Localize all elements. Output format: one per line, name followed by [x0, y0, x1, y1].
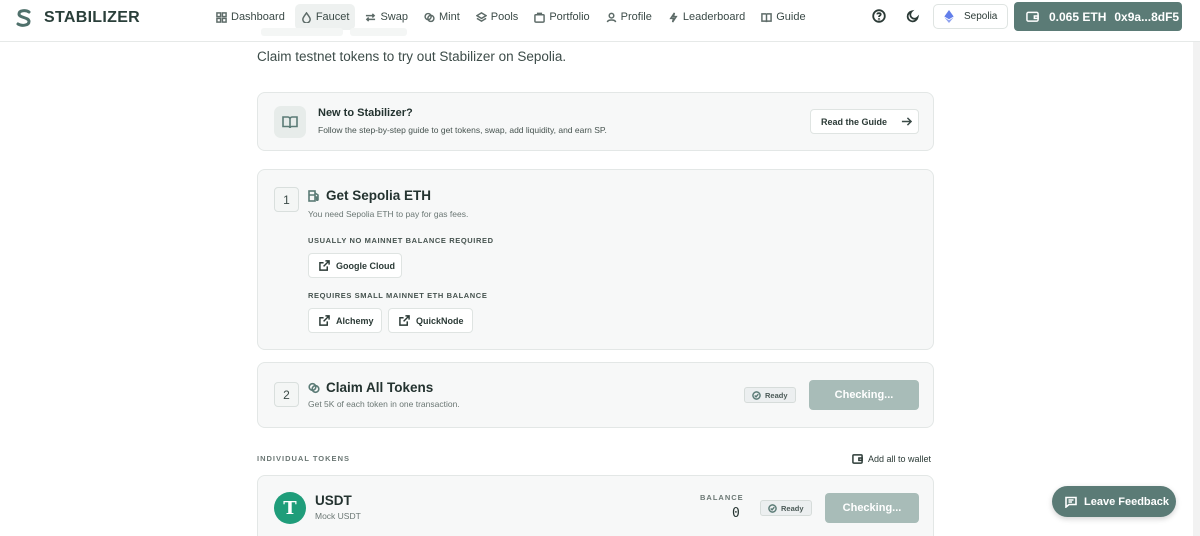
external-link-icon	[399, 315, 410, 326]
status-badge: Ready	[744, 387, 796, 403]
balance-label: BALANCE	[700, 493, 744, 502]
step-number: 2	[274, 382, 299, 407]
help-circle-icon	[872, 9, 886, 23]
google-cloud-faucet-link[interactable]: Google Cloud	[308, 253, 402, 278]
nav-label: Guide	[776, 11, 806, 23]
page-subtitle: Claim testnet tokens to try out Stabiliz…	[257, 49, 567, 64]
app-name: STABILIZER	[44, 9, 141, 26]
wallet-icon	[852, 454, 863, 464]
briefcase-icon	[534, 12, 546, 23]
coins-icon	[308, 382, 320, 393]
token-symbol: USDT	[315, 493, 352, 508]
moon-icon	[906, 9, 920, 23]
wallet-address: 0x9a...8dF5	[1114, 9, 1180, 24]
stabilizer-logo-icon	[16, 9, 31, 27]
usdt-logo-icon: T	[274, 492, 306, 524]
step-claim-all-tokens: 2 Claim All Tokens Get 5K of each token …	[257, 362, 934, 428]
nav-label: Faucet	[315, 11, 350, 23]
nav-pools[interactable]: Pools	[470, 4, 525, 30]
quicknode-faucet-link[interactable]: QuickNode	[388, 308, 473, 333]
nav-leaderboard[interactable]: Leaderboard	[662, 4, 751, 30]
check-circle-icon	[752, 390, 761, 400]
guide-title: New to Stabilizer?	[318, 107, 413, 119]
guide-banner: New to Stabilizer? Follow the step-by-st…	[257, 92, 934, 151]
token-name: Mock USDT	[315, 511, 361, 521]
step-description: Get 5K of each token in one transaction.	[308, 399, 460, 409]
read-guide-button[interactable]: Read the Guide	[810, 109, 919, 134]
step-number: 1	[274, 187, 299, 212]
layers-icon	[475, 11, 487, 22]
mint-icon	[424, 12, 435, 22]
add-all-to-wallet-button[interactable]: Add all to wallet	[852, 453, 931, 464]
nav-dashboard[interactable]: Dashboard	[210, 4, 291, 30]
claim-usdt-button[interactable]: Checking...	[825, 493, 919, 523]
droplet-icon	[301, 11, 311, 23]
external-link-icon	[319, 260, 330, 271]
status-badge: Ready	[760, 500, 812, 516]
help-button[interactable]	[871, 8, 887, 24]
nav-label: Profile	[620, 11, 652, 23]
book-icon	[274, 106, 306, 138]
wallet-icon	[1026, 11, 1039, 22]
nav-mint[interactable]: Mint	[418, 4, 466, 30]
individual-tokens-label: INDIVIDUAL TOKENS	[257, 454, 350, 463]
trophy-icon	[669, 12, 678, 22]
step-title: Get Sepolia ETH	[308, 188, 431, 203]
alchemy-faucet-link[interactable]: Alchemy	[308, 308, 382, 333]
nav-swap[interactable]: Swap	[359, 4, 414, 30]
nav-portfolio[interactable]: Portfolio	[528, 4, 595, 30]
wallet-balance: 0.065 ETH	[1049, 9, 1107, 24]
guide-description: Follow the step-by-step guide to get tok…	[318, 125, 607, 135]
nav-label: Portfolio	[549, 11, 590, 23]
nav-profile[interactable]: Profile	[600, 4, 658, 30]
nav-label: Leaderboard	[682, 11, 746, 23]
message-icon	[1065, 496, 1077, 508]
balance-value: 0	[732, 506, 740, 521]
dashboard-icon	[216, 11, 227, 23]
scrolled-header-remnant	[350, 28, 407, 36]
ethereum-icon	[944, 10, 954, 23]
network-selector[interactable]: Sepolia	[933, 4, 1008, 29]
section-label: USUALLY NO MAINNET BALANCE REQUIRED	[308, 236, 494, 245]
external-link-icon	[319, 315, 330, 326]
app-logo[interactable]: STABILIZER	[16, 8, 140, 28]
check-circle-icon	[768, 503, 777, 513]
arrow-right-icon	[901, 117, 913, 126]
nav-faucet[interactable]: Faucet	[294, 4, 356, 30]
read-guide-label: Read the Guide	[821, 116, 888, 127]
step-description: You need Sepolia ETH to pay for gas fees…	[308, 209, 469, 219]
top-nav-bar: STABILIZER Dashboard Faucet Swap Mint Po…	[0, 0, 1200, 42]
scrolled-header-remnant	[261, 28, 343, 36]
token-card-usdt: T USDT Mock USDT BALANCE 0 Ready Checkin…	[257, 475, 934, 536]
network-name: Sepolia	[964, 11, 998, 22]
section-label: REQUIRES SMALL MAINNET ETH BALANCE	[308, 291, 488, 300]
nav-label: Dashboard	[231, 11, 285, 23]
theme-toggle-button[interactable]	[905, 8, 921, 24]
claim-all-button[interactable]: Checking...	[809, 380, 919, 410]
fuel-icon	[308, 189, 319, 202]
step-title: Claim All Tokens	[308, 380, 433, 395]
nav-label: Pools	[490, 11, 519, 23]
user-icon	[606, 12, 617, 22]
nav-label: Mint	[439, 11, 460, 23]
book-icon	[761, 12, 773, 22]
swap-icon	[366, 12, 376, 22]
leave-feedback-button[interactable]: Leave Feedback	[1052, 486, 1176, 517]
scrollbar[interactable]	[1193, 42, 1200, 536]
main-nav: Dashboard Faucet Swap Mint Pools Portfol…	[210, 4, 812, 30]
step-get-sepolia-eth: 1 Get Sepolia ETH You need Sepolia ETH t…	[257, 169, 934, 350]
nav-guide[interactable]: Guide	[755, 4, 811, 30]
nav-label: Swap	[380, 11, 408, 23]
wallet-button[interactable]: 0.065 ETH 0x9a...8dF5	[1014, 2, 1182, 31]
